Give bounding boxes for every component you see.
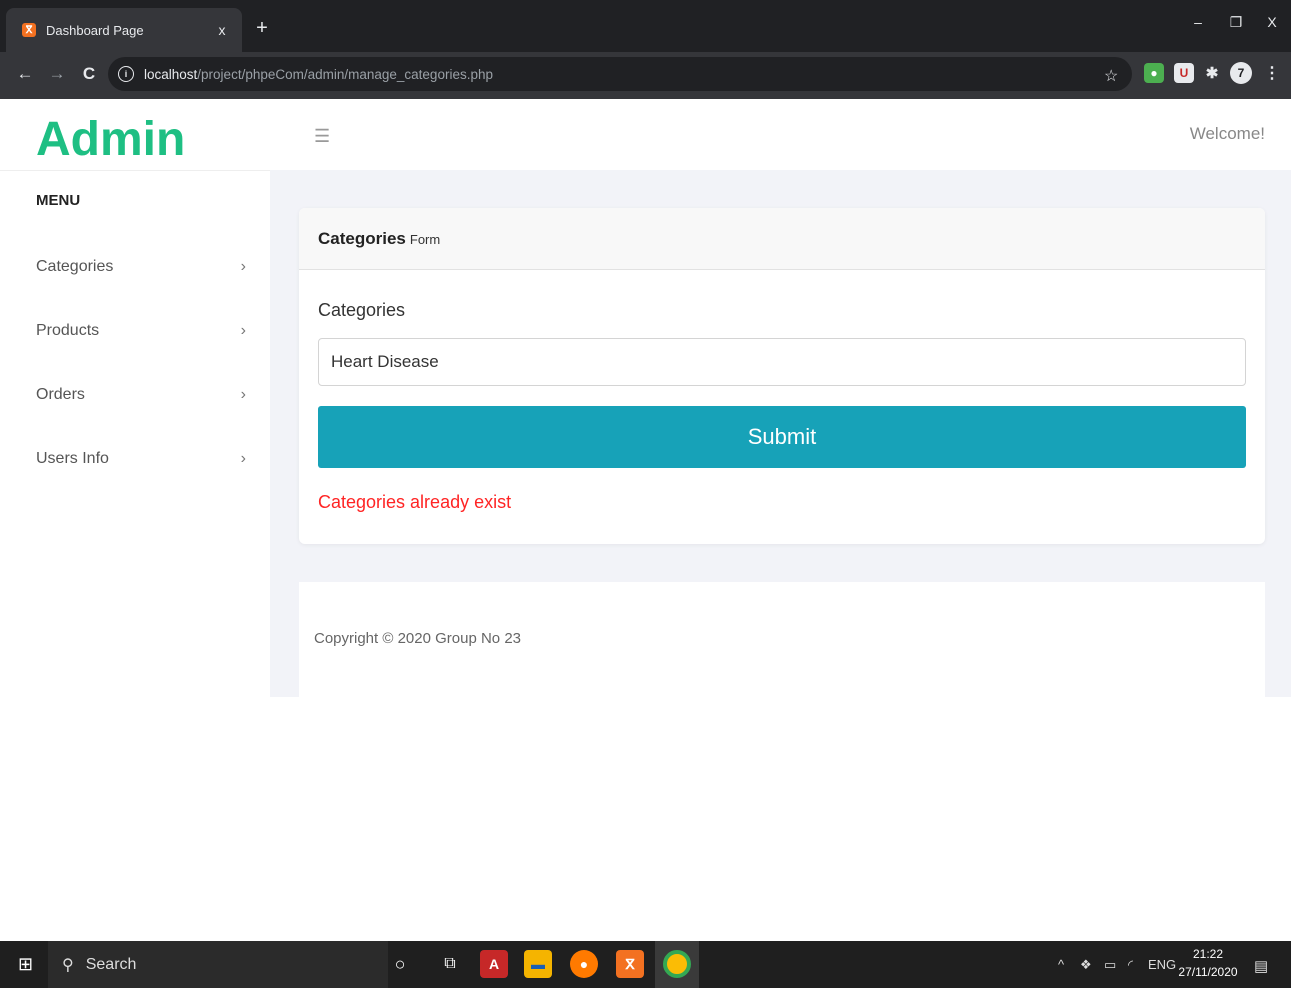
browser-tab[interactable]: ⴳ Dashboard Page x	[6, 8, 242, 52]
language-indicator[interactable]: ENG	[1148, 957, 1176, 972]
sidebar-item-label: Orders	[36, 386, 85, 403]
copyright-text: Copyright © 2020 Group No 23	[314, 630, 522, 647]
new-tab-icon[interactable]: +	[252, 18, 272, 38]
battery-icon[interactable]: ▭	[1104, 957, 1116, 973]
menu-title: MENU	[36, 192, 81, 209]
sidebar-item-label: Users Info	[36, 450, 109, 467]
url-host: localhost	[144, 66, 198, 82]
submit-button[interactable]: Submit	[318, 406, 1246, 468]
sidebar-item-label: Categories	[36, 258, 114, 275]
welcome-text: Welcome!	[1189, 124, 1265, 143]
window-minimize-icon[interactable]: –	[1186, 14, 1210, 30]
window-close-icon[interactable]: X	[1260, 14, 1284, 30]
cortana-icon[interactable]: ○	[386, 950, 414, 978]
card-subtitle: Form	[409, 232, 441, 247]
categories-field-label: Categories	[318, 300, 406, 320]
sidebar	[0, 99, 270, 941]
reload-icon[interactable]: C	[78, 64, 100, 84]
dropbox-icon[interactable]: ❖	[1080, 957, 1092, 973]
task-view-icon[interactable]: ⧉	[436, 950, 464, 978]
address-bar[interactable]: i localhost /project/phpeCom/admin/manag…	[108, 57, 1132, 91]
site-info-icon[interactable]: i	[118, 66, 134, 82]
taskbar-search[interactable]: ⚲ Search	[48, 941, 388, 988]
back-arrow-icon[interactable]: ←	[14, 64, 36, 84]
firefox-icon[interactable]: ●	[570, 950, 598, 978]
window-restore-icon[interactable]: ❐	[1224, 14, 1248, 31]
sidebar-item-orders[interactable]: Orders ›	[36, 380, 246, 410]
chevron-right-icon: ›	[240, 386, 246, 403]
bookmark-star-icon[interactable]: ☆	[1104, 66, 1118, 86]
sidebar-item-products[interactable]: Products ›	[36, 316, 246, 346]
xampp-favicon-icon: ⴳ	[22, 23, 36, 37]
url-path: /project/phpeCom/admin/manage_categories…	[197, 66, 493, 82]
file-explorer-icon[interactable]: ▬	[524, 950, 552, 978]
card-header: Categories Form	[299, 208, 1265, 270]
tab-title: Dashboard Page	[46, 22, 144, 38]
clock-time: 21:22	[1192, 947, 1224, 961]
taskbar-search-label: Search	[85, 955, 137, 973]
acrobat-icon[interactable]: A	[480, 950, 508, 978]
windows-start-icon[interactable]: ⊞	[18, 954, 33, 975]
card-title: Categories	[318, 228, 406, 248]
tray-chevron-icon[interactable]: ^	[1058, 957, 1064, 972]
tab-close-icon[interactable]: x	[212, 22, 232, 38]
clock-date: 27/11/2020	[1178, 965, 1238, 979]
error-message: Categories already exist	[318, 492, 512, 512]
browser-menu-icon[interactable]: ⋮	[1262, 63, 1282, 83]
chevron-right-icon: ›	[240, 450, 246, 467]
notifications-icon[interactable]: ▤	[1254, 957, 1268, 975]
forward-arrow-icon[interactable]: →	[46, 64, 68, 84]
profile-avatar[interactable]: 7	[1230, 62, 1252, 84]
chevron-right-icon: ›	[240, 258, 246, 275]
extension-colorpicker-icon[interactable]: ●	[1144, 63, 1164, 83]
search-icon: ⚲	[62, 956, 74, 974]
sidebar-item-users-info[interactable]: Users Info ›	[36, 444, 246, 474]
sidebar-item-label: Products	[36, 322, 100, 339]
sidebar-item-categories[interactable]: Categories ›	[36, 252, 246, 282]
chevron-right-icon: ›	[240, 322, 246, 339]
xampp-icon[interactable]: ⴳ	[616, 950, 644, 978]
extension-pdf-icon[interactable]: U	[1174, 63, 1194, 83]
admin-logo[interactable]: Admin	[36, 112, 185, 167]
chrome-icon[interactable]	[663, 950, 691, 978]
hamburger-menu-icon[interactable]: ☰	[314, 126, 330, 147]
taskbar-clock[interactable]: 21:22 27/11/2020	[1178, 945, 1238, 981]
wifi-icon[interactable]: ◜	[1128, 957, 1133, 973]
extensions-puzzle-icon[interactable]: ✱	[1202, 63, 1222, 83]
categories-input[interactable]	[318, 338, 1246, 386]
